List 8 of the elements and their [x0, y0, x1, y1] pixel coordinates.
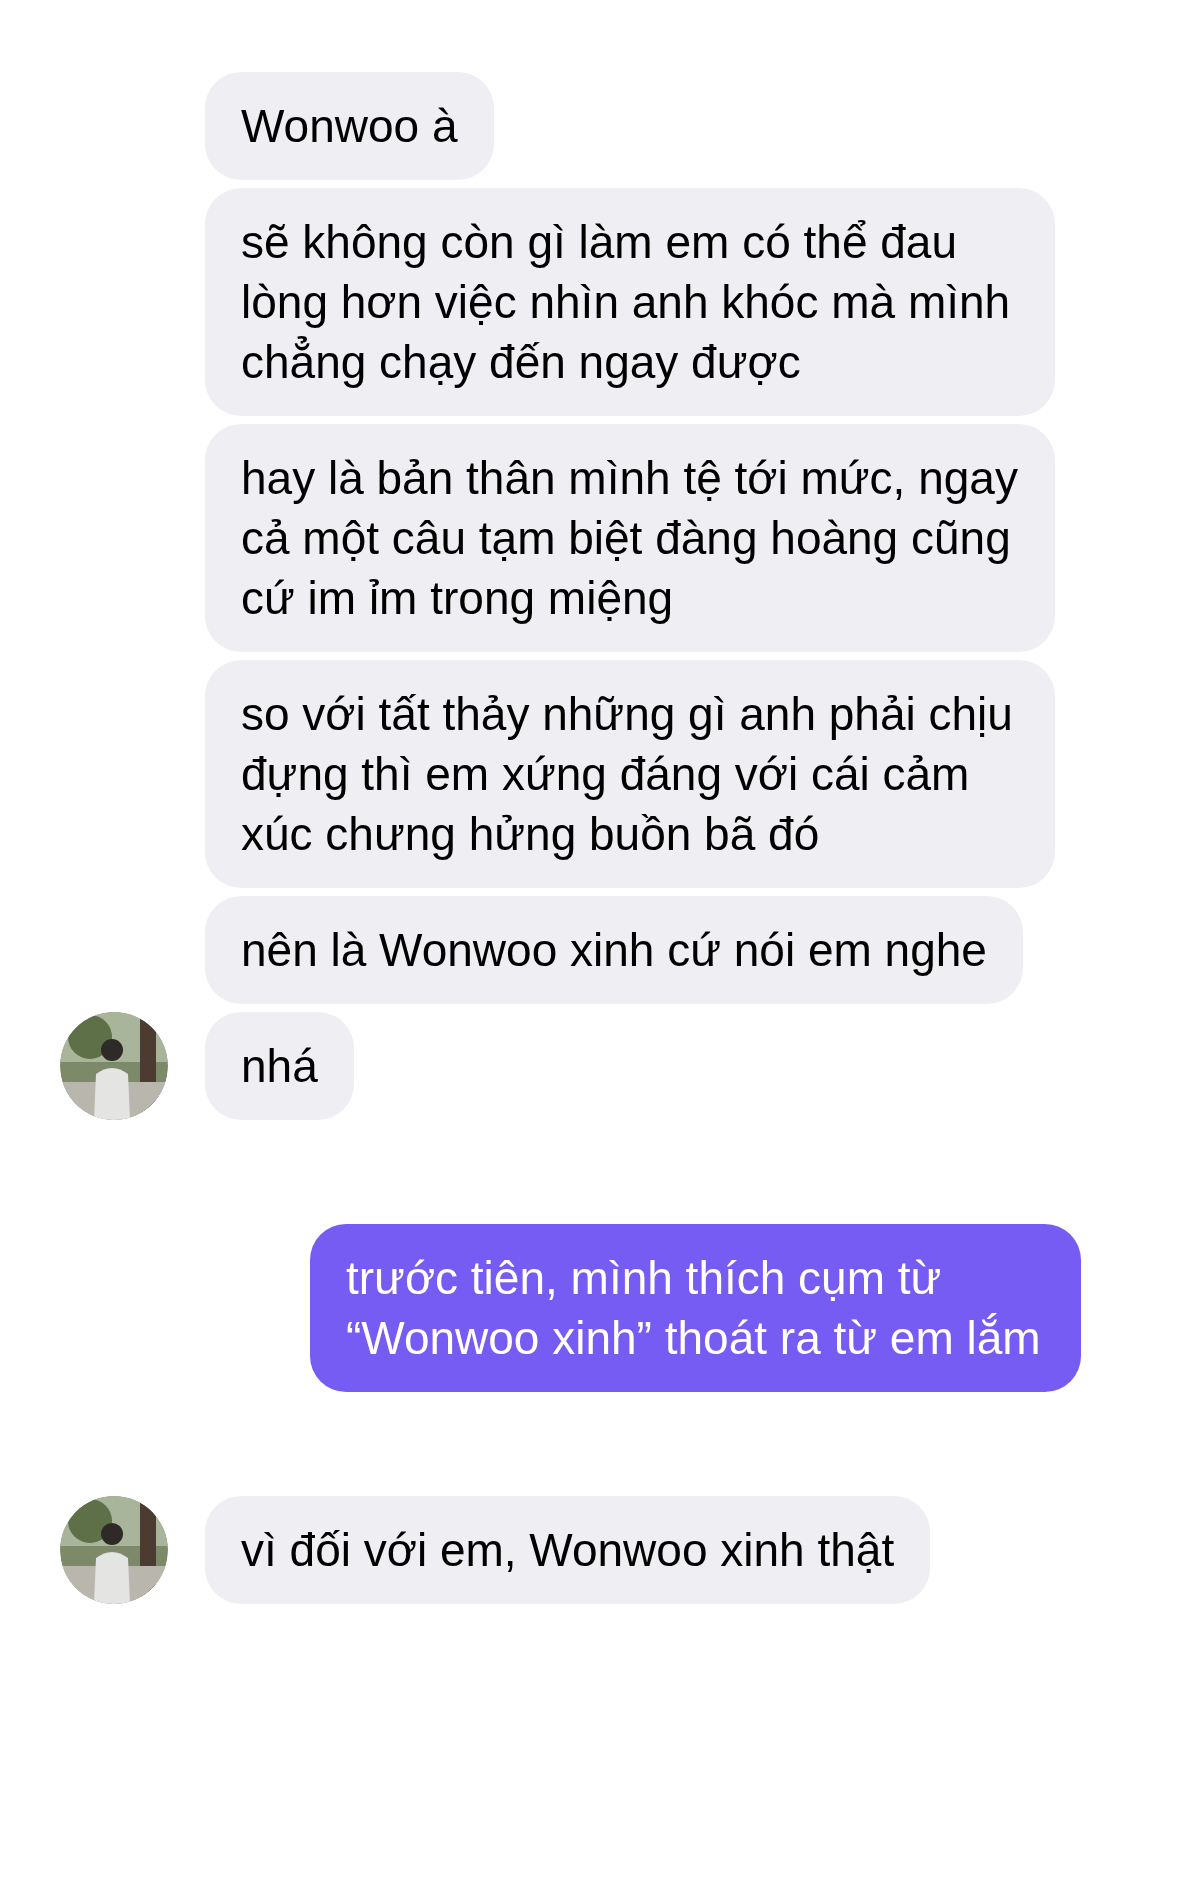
message-bubble: nhá — [205, 1012, 354, 1120]
message-bubble: trước tiên, mình thích cụm từ “Wonwoo xinh” thoát ra từ em lắm — [310, 1224, 1081, 1392]
message-bubble: nên là Wonwoo xinh cứ nói em nghe — [205, 896, 1023, 1004]
message-bubble: vì đối với em, Wonwoo xinh thật — [205, 1496, 931, 1604]
message-bubble: sẽ không còn gì làm em có thể đau lòng hơn việc nhìn anh khóc mà mình chẳng chạy đến ngay được — [205, 188, 1055, 416]
message-bubble: so với tất thảy những gì anh phải chịu đựng thì em xứng đáng với cái cảm xúc chưng hửng buồn bã đó — [205, 660, 1055, 888]
message-bubble: Wonwoo à — [205, 72, 494, 180]
message-bubble: hay là bản thân mình tệ tới mức, ngay cả một câu tạm biệt đàng hoàng cũng cứ im ỉm trong miệng — [205, 424, 1055, 652]
